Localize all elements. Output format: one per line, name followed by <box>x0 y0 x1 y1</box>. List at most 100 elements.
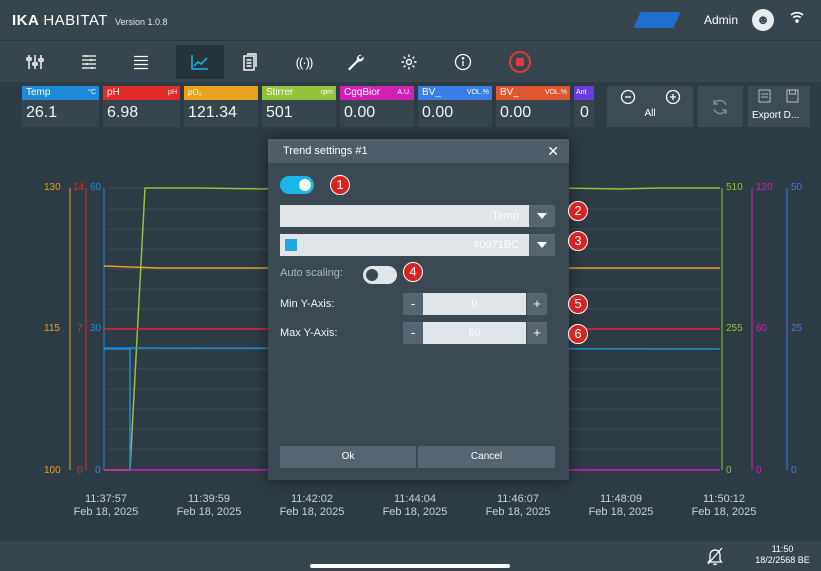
brand-logo: IKA HABITAT <box>12 11 108 29</box>
tile-bv-2[interactable]: BV_ VOL.% 0.00 <box>496 86 570 127</box>
marker-1: 1 <box>330 175 350 195</box>
tile-value: 501 <box>266 104 293 121</box>
min-increment-button[interactable]: + <box>527 293 547 315</box>
color-swatch <box>285 239 297 251</box>
color-select[interactable]: #0071BC <box>280 234 555 256</box>
export-button[interactable]: Export D... <box>748 86 810 127</box>
settings-sliders-icon[interactable] <box>72 45 106 79</box>
export-label: Export D... <box>752 110 800 121</box>
cancel-button[interactable]: Cancel <box>418 446 555 468</box>
min-decrement-button[interactable]: - <box>403 293 423 315</box>
y-tick-left-top: 130 <box>44 182 61 193</box>
ok-button[interactable]: Ok <box>280 446 416 468</box>
x-tick-label: 11:48:09 Feb 18, 2025 <box>588 493 654 518</box>
marker-3: 3 <box>568 231 588 251</box>
y-tick-stirrer-mid: 255 <box>726 323 743 334</box>
export-file-icon <box>758 89 771 108</box>
tile-ph[interactable]: pH pH 6.98 <box>103 86 180 127</box>
min-y-axis-label: Min Y-Axis: <box>280 298 335 310</box>
tile-value: 0.00 <box>344 104 376 121</box>
tile-stirrer[interactable]: Stirrer rpm 501 <box>262 86 336 127</box>
chevron-down-icon <box>529 205 555 227</box>
trend-chart-icon[interactable] <box>176 45 224 79</box>
y-tick-bv-top: 50 <box>791 182 803 193</box>
trend-settings-dialog: Trend settings #1 ✕ 1 Temp #0071BC Auto … <box>268 139 569 480</box>
tile-value: 0 <box>580 104 589 121</box>
sensor-icon[interactable]: ((·)) <box>287 45 321 79</box>
max-decrement-button[interactable]: - <box>403 322 423 344</box>
report-icon[interactable] <box>233 45 267 79</box>
dialog-title: Trend settings #1 <box>283 145 368 157</box>
y-tick-bv-mid: 25 <box>791 323 803 334</box>
zoom-all-button[interactable]: All <box>607 108 693 119</box>
user-avatar-icon[interactable]: ☻ <box>752 9 774 31</box>
user-name[interactable]: Admin <box>704 13 738 27</box>
y-tick-cgq-mid: 60 <box>756 323 768 334</box>
y-tick-po2-mid: 30 <box>90 323 102 334</box>
x-tick-label: 11:37:57 Feb 18, 2025 <box>73 493 139 518</box>
connection-indicator <box>633 12 681 28</box>
x-tick-label: 11:46:07 Feb 18, 2025 <box>485 493 551 518</box>
home-indicator <box>310 564 510 568</box>
marker-5: 5 <box>568 294 588 314</box>
close-icon[interactable]: ✕ <box>547 139 559 163</box>
y-tick-po2-bottom: 0 <box>95 465 101 476</box>
min-y-axis-input[interactable]: 0 <box>423 293 526 315</box>
y-tick-po2-top: 60 <box>90 182 102 193</box>
y-tick-ph-bottom: 0 <box>77 465 83 476</box>
tile-bv-1[interactable]: BV_ VOL.% 0.00 <box>418 86 492 127</box>
y-tick-stirrer-top: 510 <box>726 182 743 193</box>
info-icon[interactable] <box>446 45 480 79</box>
channel-select[interactable]: Temp <box>280 205 555 227</box>
zoom-in-icon[interactable] <box>665 89 681 110</box>
tile-value: 6.98 <box>107 104 139 121</box>
x-tick-label: 11:42:02 Feb 18, 2025 <box>279 493 345 518</box>
max-y-axis-label: Max Y-Axis: <box>280 327 338 339</box>
zoom-out-icon[interactable] <box>620 89 636 110</box>
y-tick-cgq-bottom: 0 <box>756 465 762 476</box>
tile-po2[interactable]: pO₂ 121.34 <box>184 86 258 127</box>
tile-value: 0.00 <box>500 104 532 121</box>
gear-icon[interactable] <box>392 45 426 79</box>
x-tick-label: 11:50:12 Feb 18, 2025 <box>691 493 757 518</box>
x-tick-label: 11:39:59 Feb 18, 2025 <box>176 493 242 518</box>
refresh-button[interactable] <box>698 86 743 127</box>
auto-scaling-label: Auto scaling: <box>280 267 343 279</box>
y-tick-left-mid: 115 <box>44 323 60 334</box>
y-tick-cgq-top: 120 <box>756 182 773 193</box>
x-tick-label: 11:44:04 Feb 18, 2025 <box>382 493 448 518</box>
tile-value: 121.34 <box>188 104 237 121</box>
tile-value: 26.1 <box>26 104 58 121</box>
stop-icon[interactable] <box>503 45 537 79</box>
list-icon[interactable] <box>124 45 158 79</box>
max-increment-button[interactable]: + <box>527 322 547 344</box>
y-tick-bv-bottom: 0 <box>791 465 797 476</box>
trend-enable-toggle[interactable] <box>280 176 314 194</box>
max-y-axis-input[interactable]: 60 <box>423 322 526 344</box>
nav-bar: ((·)) <box>0 40 821 82</box>
y-tick-left-bottom: 100 <box>44 465 61 476</box>
refresh-icon <box>710 97 730 122</box>
save-icon <box>786 89 799 108</box>
wrench-icon[interactable] <box>338 45 372 79</box>
alarm-muted-icon[interactable] <box>707 547 723 570</box>
dashboard-icon[interactable] <box>18 45 52 79</box>
wifi-icon <box>790 10 804 27</box>
marker-4: 4 <box>403 262 423 282</box>
marker-6: 6 <box>568 324 588 344</box>
top-bar: IKA HABITAT Version 1.0.8 Admin ☻ <box>0 0 821 40</box>
tile-value: 0.00 <box>422 104 454 121</box>
y-tick-ph-mid: 7 <box>77 323 83 334</box>
chevron-down-icon <box>529 234 555 256</box>
y-tick-ph-top: 14 <box>73 182 85 193</box>
marker-2: 2 <box>568 201 588 221</box>
tile-antifoam[interactable]: Ant 0 <box>574 86 594 127</box>
tile-cgqbior[interactable]: CgqBior A.U. 0.00 <box>340 86 414 127</box>
zoom-controls: All <box>607 86 693 127</box>
clock: 11:50 18/2/2568 BE <box>755 544 810 565</box>
version-label: Version 1.0.8 <box>114 16 168 27</box>
tile-temp[interactable]: Temp °C 26.1 <box>22 86 99 127</box>
auto-scaling-toggle[interactable] <box>363 266 397 284</box>
dialog-title-bar: Trend settings #1 ✕ <box>268 139 569 163</box>
y-tick-stirrer-bottom: 0 <box>726 465 732 476</box>
